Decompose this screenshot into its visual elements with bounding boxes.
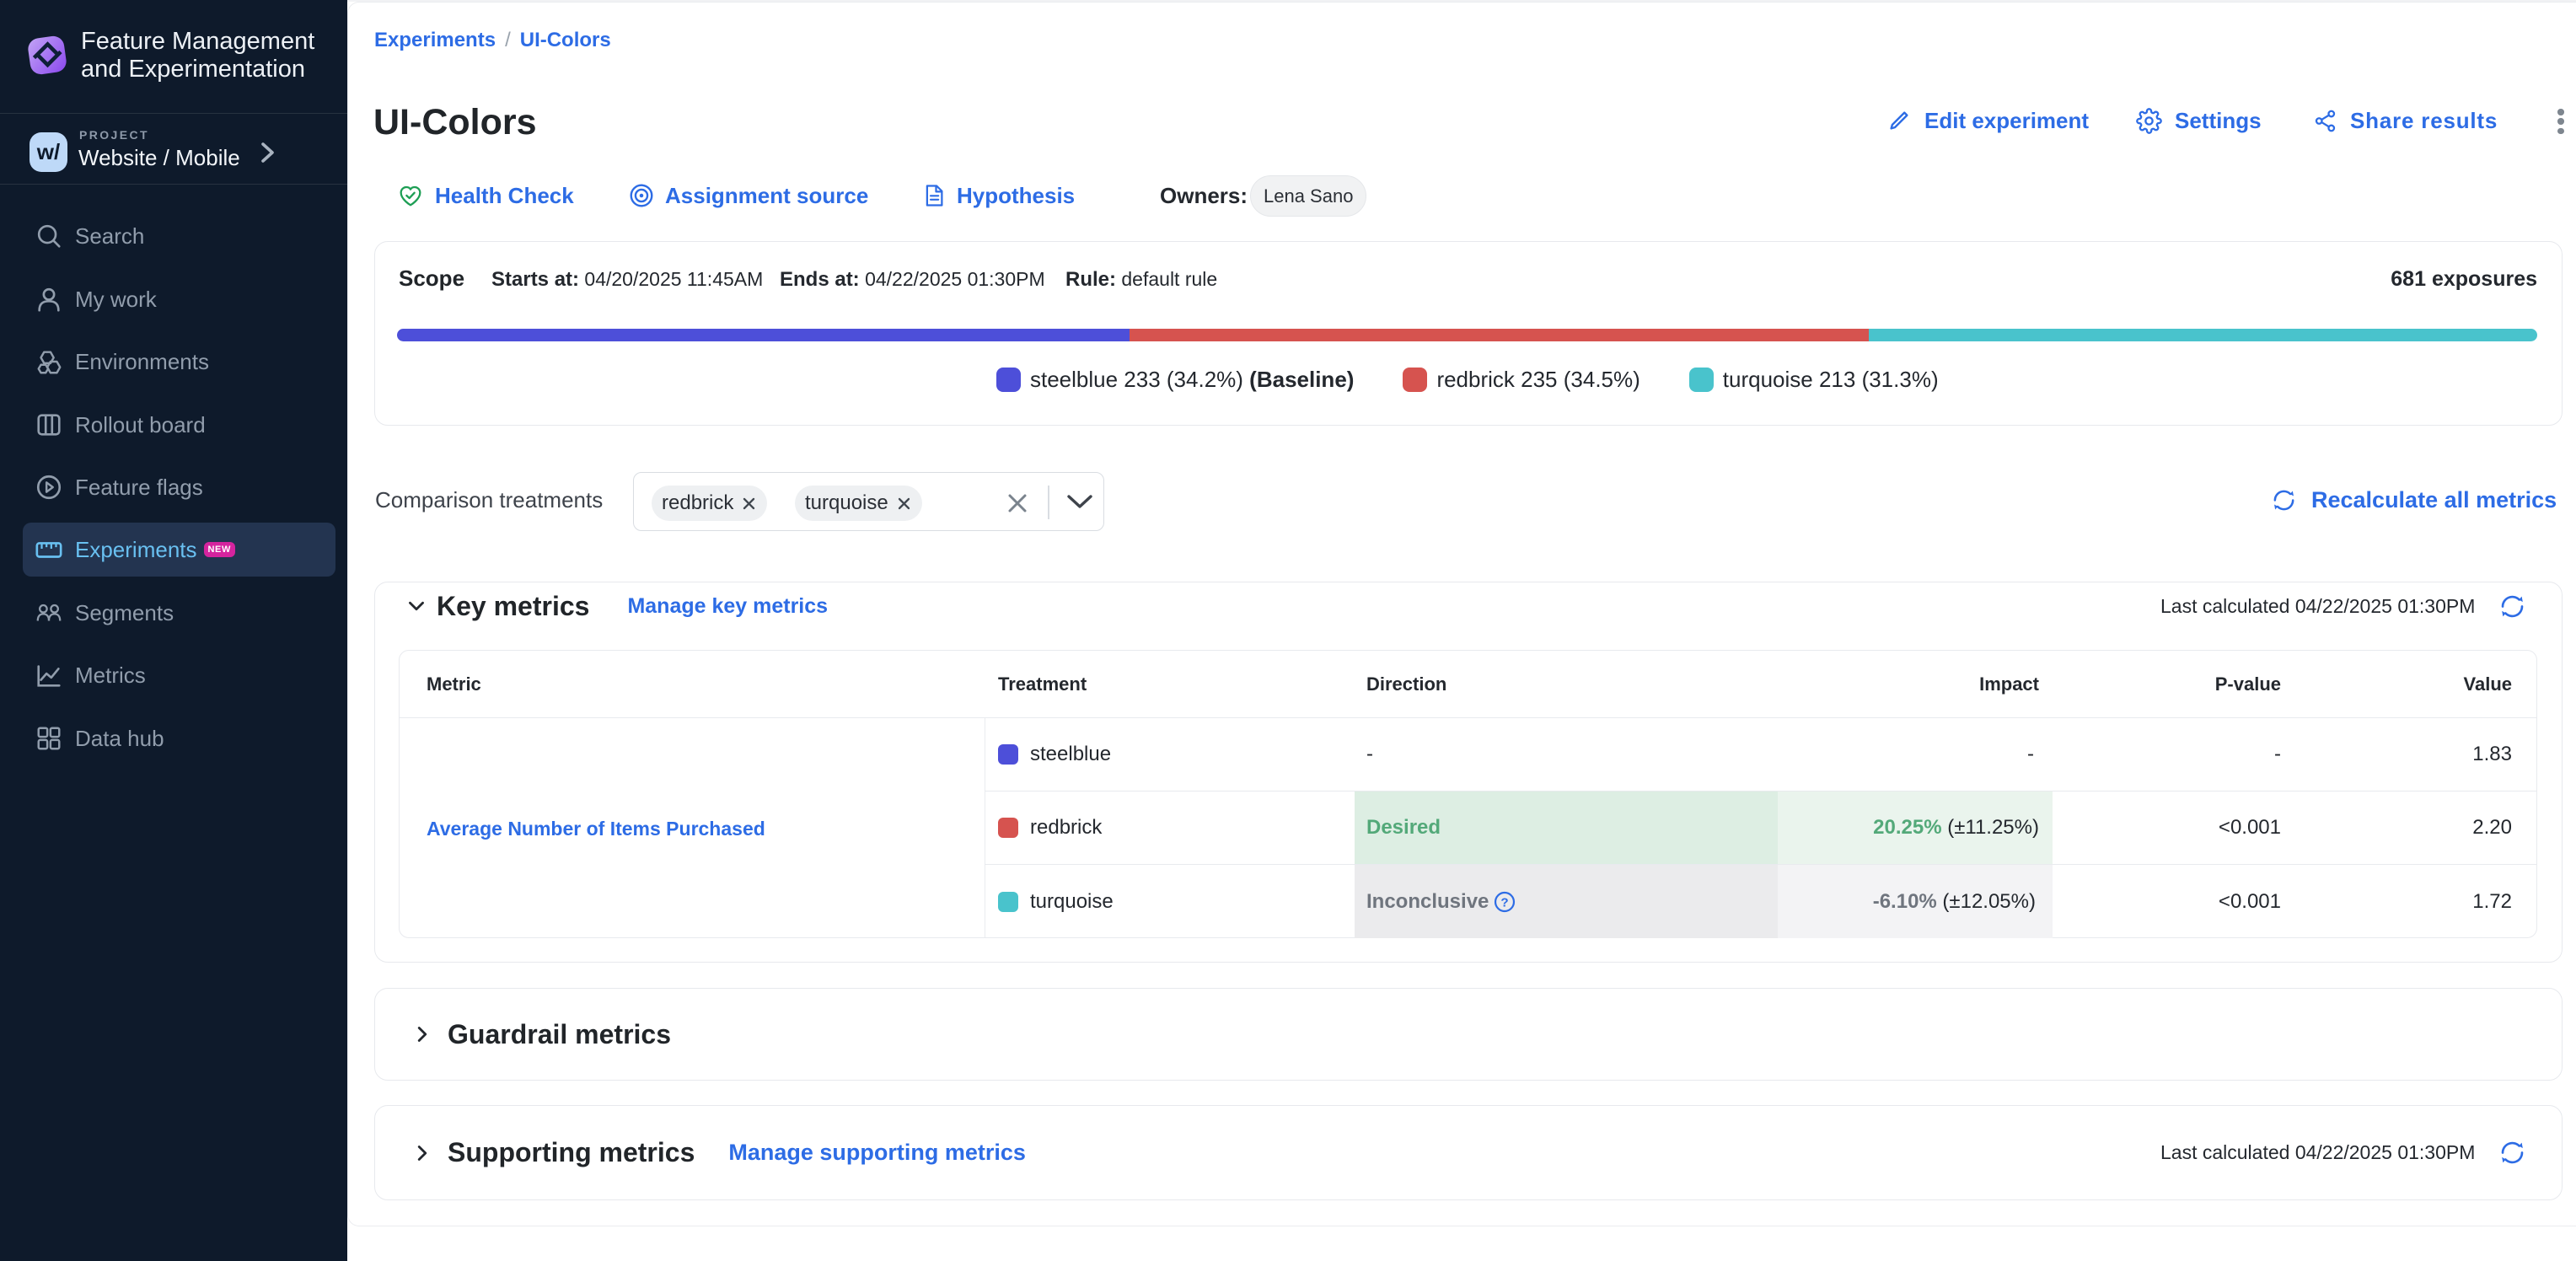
svg-text:?: ? — [1501, 895, 1509, 910]
